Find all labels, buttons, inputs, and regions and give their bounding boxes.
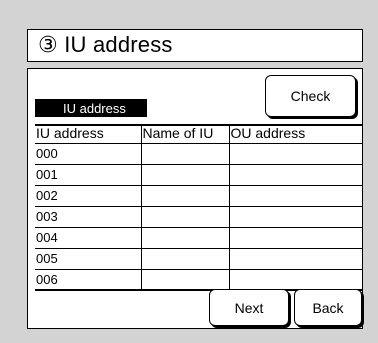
check-button[interactable]: Check [265, 75, 356, 117]
table-row[interactable]: 001 [35, 164, 362, 187]
ou-address-cell [229, 270, 362, 290]
ou-address-cell [229, 185, 362, 208]
name-of-iu-cell [141, 164, 230, 187]
page-title: ③ IU address [38, 32, 173, 57]
ou-address-cell [229, 143, 362, 166]
table-row[interactable]: 002 [35, 185, 362, 208]
column-header-iu-address: IU address [35, 124, 142, 144]
table-row[interactable]: 004 [35, 227, 362, 250]
table-header-row: IU address Name of IU OU address [35, 124, 362, 144]
name-of-iu-cell [141, 143, 230, 166]
column-header-ou-address: OU address [229, 124, 362, 144]
ou-address-cell [229, 164, 362, 187]
back-button[interactable]: Back [294, 289, 362, 326]
column-header-name-of-iu: Name of IU [141, 124, 230, 144]
title-bar: ③ IU address [27, 29, 363, 62]
ou-address-cell [229, 227, 362, 250]
next-button[interactable]: Next [209, 289, 289, 326]
ou-address-cell [229, 248, 362, 271]
iu-address-cell: 002 [35, 185, 142, 208]
name-of-iu-cell [141, 227, 230, 250]
table-top-rule [35, 124, 362, 126]
name-of-iu-cell [141, 206, 230, 229]
table-row[interactable]: 000 [35, 143, 362, 166]
iu-address-cell: 003 [35, 206, 142, 229]
name-of-iu-cell [141, 185, 230, 208]
table-row[interactable]: 005 [35, 248, 362, 271]
iu-address-cell: 005 [35, 248, 142, 271]
iu-address-cell: 001 [35, 164, 142, 187]
iu-address-table: IU address Name of IU OU address 000 001… [35, 124, 362, 290]
name-of-iu-cell [141, 269, 230, 290]
main-panel: IU address Check IU address Name of IU O… [27, 68, 363, 329]
name-of-iu-cell [141, 248, 230, 271]
iu-address-cell: 004 [35, 227, 142, 250]
iu-address-cell: 000 [35, 143, 142, 166]
ou-address-cell [229, 206, 362, 229]
table-row[interactable]: 003 [35, 206, 362, 229]
iu-address-label: IU address [35, 99, 147, 117]
table-row[interactable]: 006 [35, 269, 362, 290]
iu-address-cell: 006 [35, 269, 142, 290]
